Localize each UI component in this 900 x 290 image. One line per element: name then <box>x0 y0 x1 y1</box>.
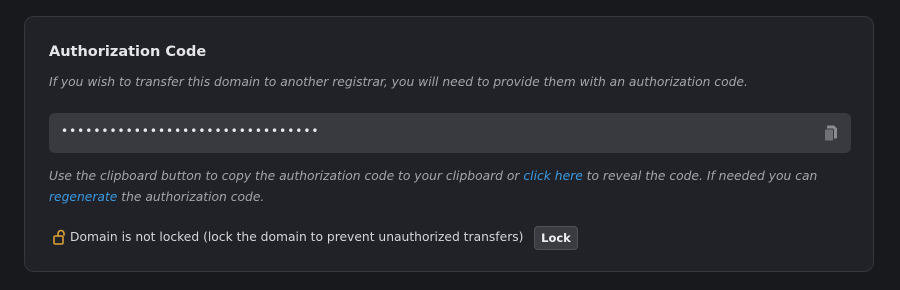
regenerate-link[interactable]: regenerate <box>49 190 117 204</box>
authorization-code-field[interactable]: •••••••••••••••••••••••••••••••• <box>49 113 851 153</box>
card-description: If you wish to transfer this domain to a… <box>49 75 748 89</box>
help-text-part3: the authorization code. <box>117 189 265 204</box>
unlocked-padlock-icon <box>53 229 67 245</box>
copy-icon[interactable] <box>821 123 841 143</box>
lock-status-text: Domain is not locked (lock the domain to… <box>70 230 524 244</box>
card-title: Authorization Code <box>49 44 207 60</box>
lock-domain-button[interactable]: Lock <box>534 226 578 250</box>
help-text: Use the clipboard button to copy the aut… <box>49 166 839 207</box>
help-text-part1: Use the clipboard button to copy the aut… <box>49 169 524 183</box>
reveal-code-link[interactable]: click here <box>523 169 582 183</box>
authorization-code-masked-value: •••••••••••••••••••••••••••••••• <box>61 124 320 138</box>
help-text-part2: to reveal the code. If needed you can <box>582 169 818 183</box>
authorization-code-card: Authorization Code If you wish to transf… <box>24 16 874 272</box>
